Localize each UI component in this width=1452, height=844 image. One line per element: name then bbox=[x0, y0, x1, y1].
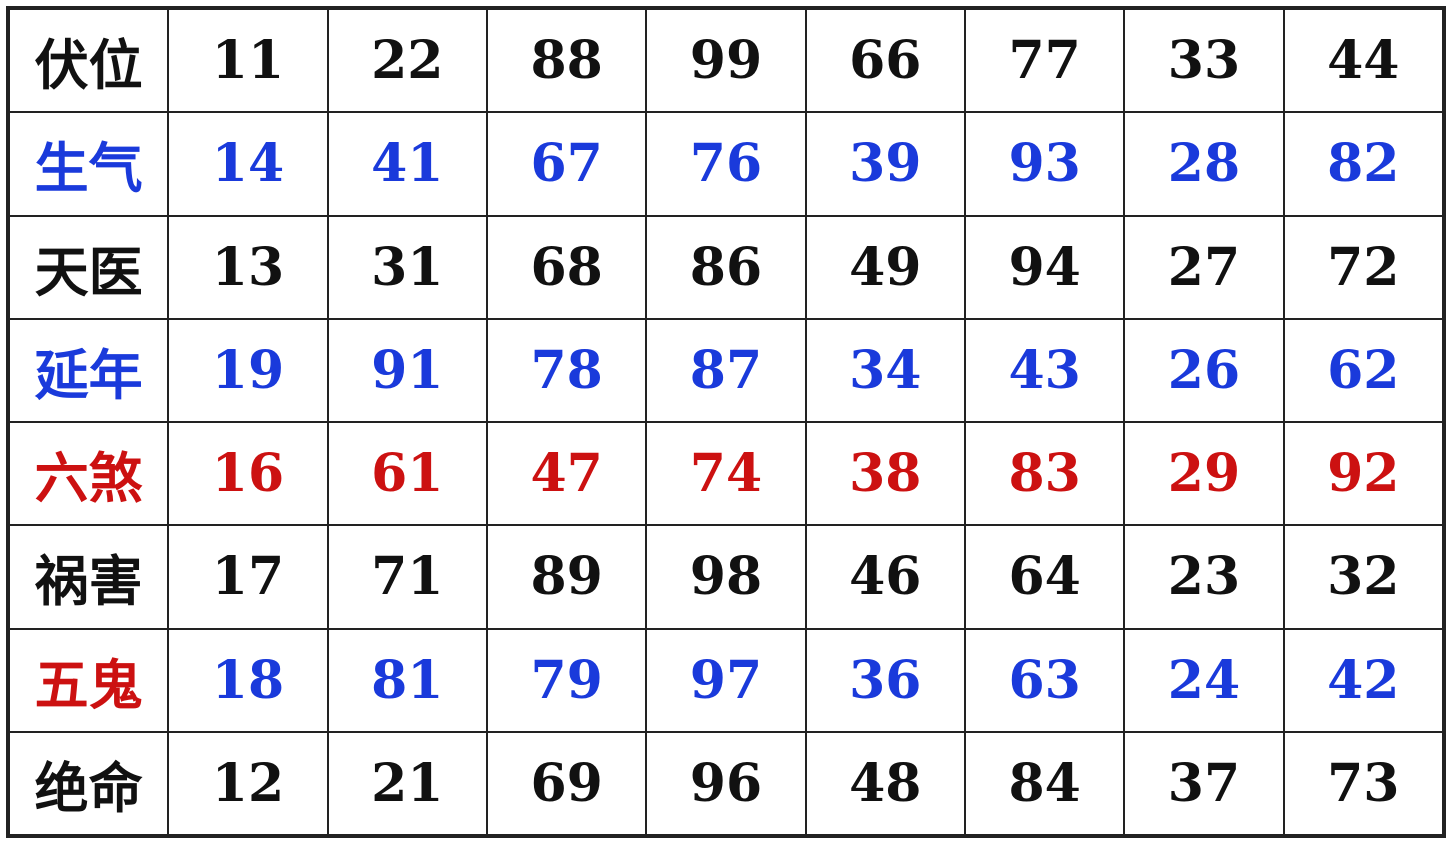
table-cell: 86 bbox=[646, 216, 805, 319]
table-cell: 21 bbox=[328, 732, 487, 835]
table-cell: 43 bbox=[965, 319, 1124, 422]
table-cell: 98 bbox=[646, 525, 805, 628]
table-cell: 78 bbox=[487, 319, 646, 422]
table-cell: 72 bbox=[1284, 216, 1443, 319]
table-cell: 89 bbox=[487, 525, 646, 628]
table-cell: 91 bbox=[328, 319, 487, 422]
table-cell: 99 bbox=[646, 9, 805, 112]
table-cell: 46 bbox=[806, 525, 965, 628]
table-cell: 39 bbox=[806, 112, 965, 215]
table-cell: 67 bbox=[487, 112, 646, 215]
table-row: 六煞1661477438832992 bbox=[9, 422, 1443, 525]
table-cell: 31 bbox=[328, 216, 487, 319]
table-cell: 71 bbox=[328, 525, 487, 628]
table-cell: 37 bbox=[1124, 732, 1283, 835]
row-label: 延年 bbox=[9, 319, 168, 422]
table-cell: 16 bbox=[168, 422, 327, 525]
table-row: 伏位1122889966773344 bbox=[9, 9, 1443, 112]
table-cell: 93 bbox=[965, 112, 1124, 215]
table-cell: 84 bbox=[965, 732, 1124, 835]
table-cell: 18 bbox=[168, 629, 327, 732]
table-cell: 74 bbox=[646, 422, 805, 525]
row-label: 祸害 bbox=[9, 525, 168, 628]
table-cell: 76 bbox=[646, 112, 805, 215]
table-cell: 96 bbox=[646, 732, 805, 835]
table-cell: 94 bbox=[965, 216, 1124, 319]
table-cell: 81 bbox=[328, 629, 487, 732]
table-row: 五鬼1881799736632442 bbox=[9, 629, 1443, 732]
table-cell: 63 bbox=[965, 629, 1124, 732]
table-cell: 66 bbox=[806, 9, 965, 112]
row-label: 生气 bbox=[9, 112, 168, 215]
table-cell: 23 bbox=[1124, 525, 1283, 628]
row-label: 绝命 bbox=[9, 732, 168, 835]
table-cell: 22 bbox=[328, 9, 487, 112]
table-cell: 19 bbox=[168, 319, 327, 422]
row-label: 伏位 bbox=[9, 9, 168, 112]
table-row: 祸害1771899846642332 bbox=[9, 525, 1443, 628]
table-cell: 79 bbox=[487, 629, 646, 732]
table-row: 天医1331688649942772 bbox=[9, 216, 1443, 319]
table-cell: 12 bbox=[168, 732, 327, 835]
main-table-wrapper: 伏位1122889966773344生气1441677639932882天医13… bbox=[6, 6, 1446, 838]
table-cell: 28 bbox=[1124, 112, 1283, 215]
table-row: 延年1991788734432662 bbox=[9, 319, 1443, 422]
row-label: 天医 bbox=[9, 216, 168, 319]
table-cell: 82 bbox=[1284, 112, 1443, 215]
table-cell: 33 bbox=[1124, 9, 1283, 112]
table-cell: 44 bbox=[1284, 9, 1443, 112]
table-cell: 32 bbox=[1284, 525, 1443, 628]
table-cell: 62 bbox=[1284, 319, 1443, 422]
table-cell: 29 bbox=[1124, 422, 1283, 525]
table-cell: 88 bbox=[487, 9, 646, 112]
table-cell: 13 bbox=[168, 216, 327, 319]
table-cell: 48 bbox=[806, 732, 965, 835]
table-cell: 34 bbox=[806, 319, 965, 422]
table-cell: 68 bbox=[487, 216, 646, 319]
data-table: 伏位1122889966773344生气1441677639932882天医13… bbox=[8, 8, 1444, 836]
table-cell: 87 bbox=[646, 319, 805, 422]
table-cell: 17 bbox=[168, 525, 327, 628]
table-cell: 73 bbox=[1284, 732, 1443, 835]
table-cell: 42 bbox=[1284, 629, 1443, 732]
table-cell: 27 bbox=[1124, 216, 1283, 319]
table-cell: 69 bbox=[487, 732, 646, 835]
table-cell: 83 bbox=[965, 422, 1124, 525]
table-cell: 26 bbox=[1124, 319, 1283, 422]
table-cell: 24 bbox=[1124, 629, 1283, 732]
row-label: 五鬼 bbox=[9, 629, 168, 732]
table-cell: 14 bbox=[168, 112, 327, 215]
table-cell: 41 bbox=[328, 112, 487, 215]
table-cell: 47 bbox=[487, 422, 646, 525]
table-cell: 36 bbox=[806, 629, 965, 732]
table-cell: 49 bbox=[806, 216, 965, 319]
table-cell: 61 bbox=[328, 422, 487, 525]
table-cell: 77 bbox=[965, 9, 1124, 112]
table-cell: 11 bbox=[168, 9, 327, 112]
row-label: 六煞 bbox=[9, 422, 168, 525]
table-cell: 64 bbox=[965, 525, 1124, 628]
table-cell: 97 bbox=[646, 629, 805, 732]
table-row: 生气1441677639932882 bbox=[9, 112, 1443, 215]
table-cell: 38 bbox=[806, 422, 965, 525]
table-cell: 92 bbox=[1284, 422, 1443, 525]
table-row: 绝命1221699648843773 bbox=[9, 732, 1443, 835]
